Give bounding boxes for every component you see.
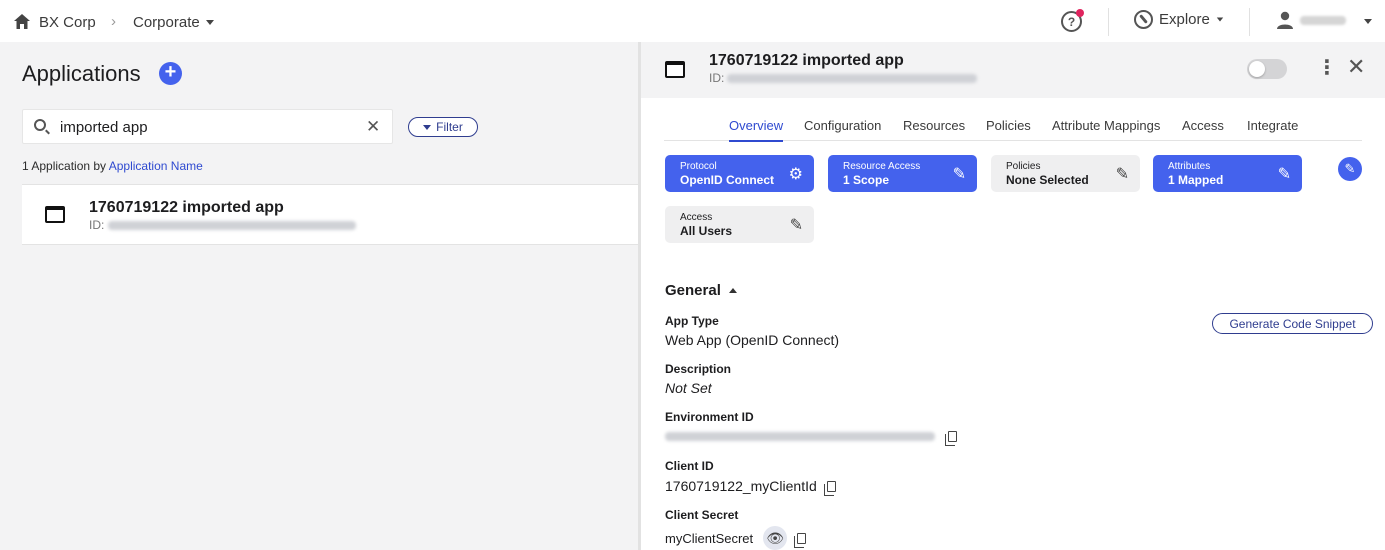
description-label: Description — [665, 362, 732, 376]
caret-down-icon — [423, 124, 432, 130]
page-title: Applications — [22, 61, 141, 86]
tab-integrate[interactable]: Integrate — [1247, 118, 1298, 133]
caret-down-icon — [205, 20, 214, 25]
client-id-value: 1760719122_myClientId — [665, 478, 836, 496]
pencil-icon: ✎ — [1115, 166, 1129, 183]
app-name: 1760719122 imported app — [89, 199, 284, 216]
app-type-text: Web App (OpenID Connect) — [665, 332, 840, 348]
result-count: 1 Application by Application Name — [22, 159, 203, 173]
app-type-label: App Type — [665, 314, 719, 328]
resource-access-card[interactable]: Resource Access 1 Scope ✎ — [828, 155, 977, 192]
applications-list-pane: Applications + ✕ Filter 1 Application by… — [0, 42, 640, 550]
attributes-card[interactable]: Attributes 1 Mapped ✎ — [1153, 155, 1302, 192]
pencil-icon: ✎ — [1277, 166, 1291, 183]
description-value: Not Set — [665, 380, 712, 396]
home-icon[interactable] — [14, 14, 30, 29]
org-breadcrumb[interactable]: BX Corp — [39, 14, 96, 31]
eye-icon[interactable]: 👁 — [763, 526, 788, 550]
gears-icon: ⚙ — [788, 166, 803, 183]
environment-id-label: Environment ID — [665, 410, 754, 424]
policies-card[interactable]: Policies None Selected ✎ — [991, 155, 1140, 192]
generate-code-snippet-button[interactable]: Generate Code Snippet — [1212, 313, 1373, 334]
search-box: ✕ — [22, 109, 393, 144]
description-text: Not Set — [665, 380, 712, 396]
general-section-toggle[interactable]: General — [665, 282, 737, 299]
protocol-card[interactable]: Protocol OpenID Connect ⚙ — [665, 155, 814, 192]
detail-header: 1760719122 imported app ID: ⋮ ✕ — [641, 42, 1385, 98]
pencil-icon: ✎ — [789, 217, 803, 234]
client-id-label: Client ID — [665, 459, 714, 473]
tab-overview[interactable]: Overview — [729, 118, 784, 142]
enable-toggle[interactable] — [1247, 59, 1287, 79]
divider — [1108, 8, 1109, 36]
add-application-button[interactable]: + — [159, 62, 182, 85]
caret-up-icon — [728, 288, 737, 293]
detail-id-label: ID: — [709, 71, 725, 85]
client-secret-text: myClientSecret — [665, 530, 754, 546]
tab-configuration[interactable]: Configuration — [804, 118, 881, 133]
client-secret-label: Client Secret — [665, 508, 739, 522]
environment-id-redacted — [665, 432, 935, 441]
environment-selector[interactable]: Corporate — [133, 14, 214, 31]
tab-bar: Overview Configuration Resources Policie… — [664, 114, 1362, 142]
divider — [1249, 8, 1250, 36]
clear-icon[interactable]: ✕ — [366, 117, 380, 137]
application-icon — [45, 206, 65, 223]
client-id-text: 1760719122_myClientId — [665, 478, 817, 494]
caret-down-icon — [1216, 17, 1224, 22]
filter-button[interactable]: Filter — [408, 117, 478, 137]
result-count-text: 1 Application by — [22, 159, 107, 173]
copy-icon[interactable] — [945, 431, 957, 446]
filter-label: Filter — [436, 120, 463, 134]
chevron-right-icon: › — [111, 13, 116, 30]
search-icon — [34, 119, 46, 131]
app-id-redacted — [108, 221, 356, 230]
app-id-label: ID: — [89, 218, 105, 232]
tab-attribute-mappings[interactable]: Attribute Mappings — [1052, 118, 1160, 133]
edit-summary-button[interactable]: ✎ — [1338, 157, 1362, 181]
explore-menu[interactable]: Explore — [1134, 10, 1224, 29]
access-card[interactable]: Access All Users ✎ — [665, 206, 814, 243]
copy-icon[interactable] — [794, 532, 807, 548]
more-options-icon[interactable]: ⋮ — [1317, 58, 1337, 78]
user-name-redacted[interactable] — [1300, 16, 1346, 25]
user-icon[interactable] — [1276, 11, 1294, 29]
compass-icon — [1134, 10, 1153, 29]
app-type-value: Web App (OpenID Connect) — [665, 332, 839, 348]
client-secret-value: myClientSecret 👁 — [665, 526, 807, 550]
copy-icon[interactable] — [823, 480, 836, 496]
tab-access[interactable]: Access — [1182, 118, 1224, 133]
explore-label: Explore — [1159, 11, 1210, 28]
detail-title: 1760719122 imported app — [709, 52, 904, 69]
detail-id-redacted — [727, 74, 977, 83]
environment-name: Corporate — [133, 14, 200, 31]
pencil-icon: ✎ — [952, 166, 966, 183]
notification-dot — [1076, 9, 1084, 17]
close-icon[interactable]: ✕ — [1347, 55, 1365, 79]
top-bar: BX Corp › Corporate ? Explore — [0, 0, 1385, 42]
sort-field-link[interactable]: Application Name — [109, 159, 203, 173]
search-input[interactable] — [60, 117, 350, 137]
application-detail-pane: 1760719122 imported app ID: ⋮ ✕ Overview… — [641, 42, 1385, 550]
caret-down-icon[interactable] — [1364, 19, 1372, 24]
section-title: General — [665, 282, 721, 299]
tab-resources[interactable]: Resources — [903, 118, 965, 133]
tab-policies[interactable]: Policies — [986, 118, 1031, 133]
list-item[interactable]: 1760719122 imported app ID: — [22, 184, 640, 245]
application-icon — [665, 61, 685, 78]
